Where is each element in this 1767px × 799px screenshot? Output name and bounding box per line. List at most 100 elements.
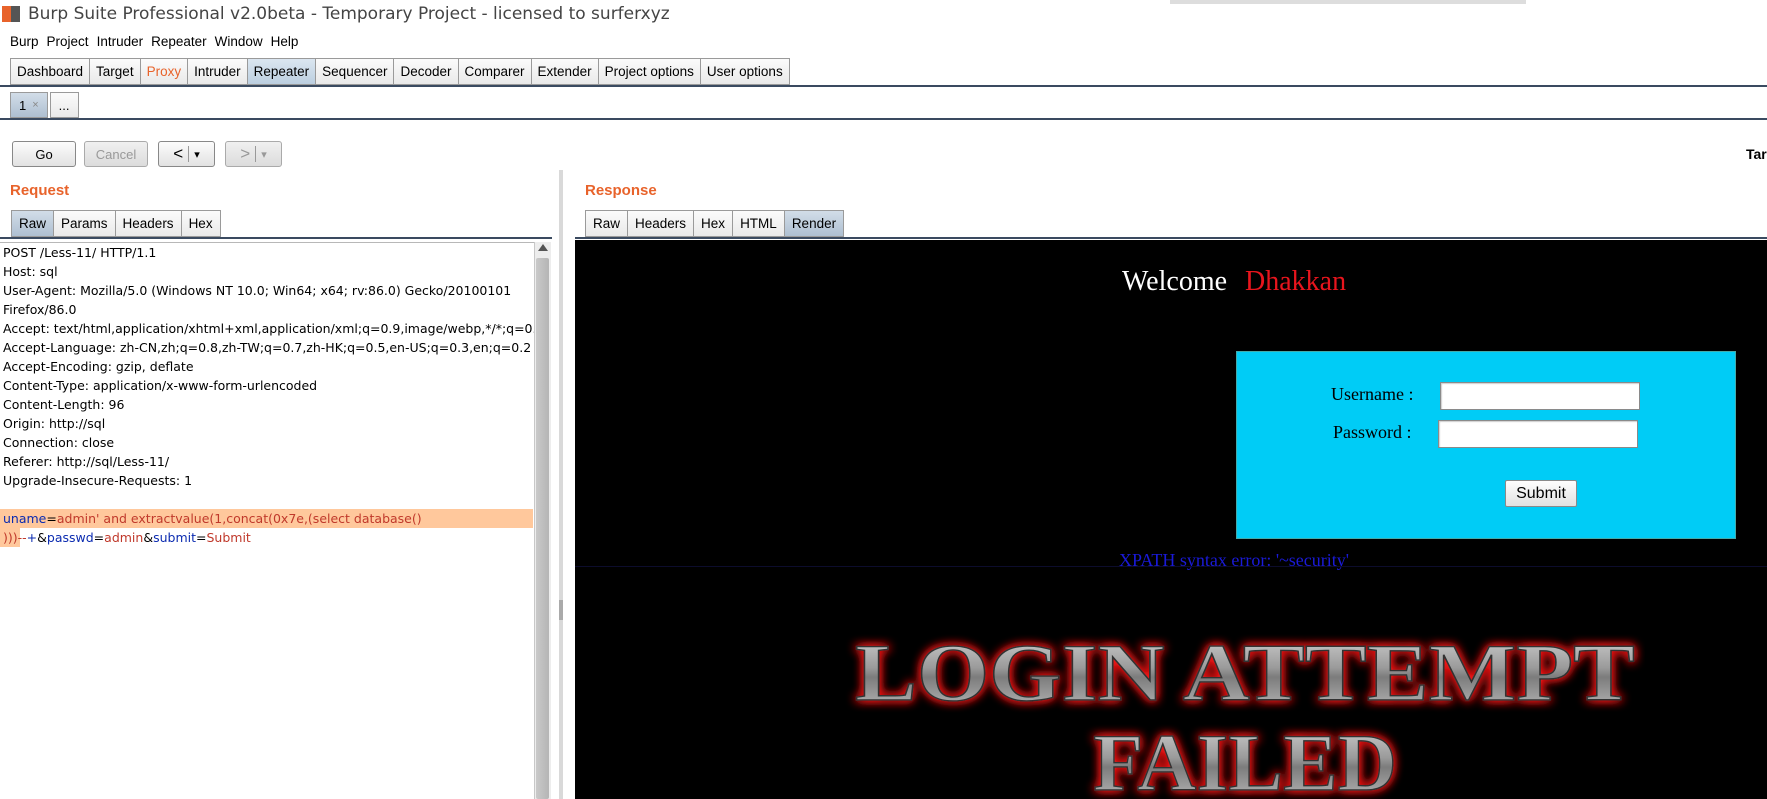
request-line: Connection: close — [3, 435, 115, 450]
tab-intruder[interactable]: Intruder — [187, 58, 247, 85]
response-tab-headers[interactable]: Headers — [627, 210, 694, 237]
forward-arrow-icon: > — [240, 144, 251, 163]
welcome-text: Welcome — [1122, 266, 1228, 297]
banner-line-1: LOGIN ATTEMPT — [855, 627, 1635, 718]
menu-project[interactable]: Project — [47, 34, 89, 49]
response-tab-html[interactable]: HTML — [732, 210, 784, 237]
menu-repeater[interactable]: Repeater — [151, 34, 207, 49]
target-label: Tar — [1746, 146, 1767, 162]
request-tab-params[interactable]: Params — [53, 210, 115, 237]
request-body-line: uname=admin' and extractvalue(1,concat(0… — [3, 509, 422, 528]
repeater-tab-bar: 1 × ... — [10, 92, 81, 118]
request-line: User-Agent: Mozilla/5.0 (Windows NT 10.0… — [3, 283, 512, 298]
response-tab-render[interactable]: Render — [783, 210, 845, 237]
tab-user-options[interactable]: User options — [699, 58, 790, 85]
main-tab-divider — [0, 85, 1767, 87]
request-line: Accept: text/html,application/xhtml+xml,… — [3, 321, 545, 336]
request-line: Host: sql — [3, 264, 58, 279]
param-equals: = — [93, 530, 105, 545]
response-tab-divider — [575, 237, 1767, 239]
tab-comparer[interactable]: Comparer — [457, 58, 531, 85]
cancel-button: Cancel — [84, 141, 148, 167]
tab-proxy[interactable]: Proxy — [139, 58, 188, 85]
request-tab-headers[interactable]: Headers — [114, 210, 181, 237]
login-form: Username : Password : Submit — [1236, 351, 1736, 539]
param-separator: & — [37, 530, 47, 545]
request-body-line: )))--+&passwd=admin&submit=Submit — [3, 528, 251, 547]
banner-line-2: FAILED — [1093, 717, 1397, 799]
request-line: Content-Length: 96 — [3, 397, 125, 412]
param-equals: = — [46, 511, 57, 526]
pane-splitter[interactable] — [559, 170, 563, 799]
tab-target[interactable]: Target — [89, 58, 140, 85]
login-failed-banner: LOGIN ATTEMPT FAILED — [854, 626, 1636, 799]
param-equals: = — [196, 530, 207, 545]
close-icon[interactable]: × — [32, 99, 38, 111]
back-button[interactable]: < ▾ — [158, 141, 215, 167]
welcome-heading: Welcome Dhakkan — [1122, 266, 1346, 298]
tab-sequencer[interactable]: Sequencer — [315, 58, 394, 85]
param-name-uname: uname — [3, 511, 47, 526]
title-bar-overlay — [1170, 0, 1526, 4]
param-value-uname: admin' and extractvalue(1,concat(0x7e,(s… — [56, 511, 422, 526]
request-line: POST /Less-11/ HTTP/1.1 — [3, 245, 157, 260]
request-line: Content-Type: application/x-www-form-url… — [3, 378, 318, 393]
request-tab-hex[interactable]: Hex — [180, 210, 221, 237]
scrollbar-thumb[interactable] — [536, 258, 549, 799]
request-line: Origin: http://sql — [3, 416, 106, 431]
menu-burp[interactable]: Burp — [10, 34, 39, 49]
param-name-passwd: passwd — [46, 530, 94, 545]
repeater-tab-1-label: 1 — [19, 97, 27, 113]
window-title: Burp Suite Professional v2.0beta - Tempo… — [28, 4, 670, 24]
param-separator: & — [143, 530, 154, 545]
menu-bar: Burp Project Intruder Repeater Window He… — [0, 30, 306, 52]
tab-decoder[interactable]: Decoder — [393, 58, 458, 85]
tab-project-options[interactable]: Project options — [597, 58, 700, 85]
request-tab-raw[interactable]: Raw — [11, 210, 54, 237]
password-label: Password : — [1333, 422, 1412, 442]
xpath-error-message: XPATH syntax error: '~security' — [1119, 550, 1350, 570]
username-label: Username : — [1331, 384, 1414, 404]
welcome-name: Dhakkan — [1245, 266, 1347, 297]
response-tab-raw[interactable]: Raw — [585, 210, 628, 237]
scroll-up-icon[interactable] — [538, 244, 548, 251]
request-line: Upgrade-Insecure-Requests: 1 — [3, 473, 193, 488]
main-tab-bar: Dashboard Target Proxy Intruder Repeater… — [10, 58, 790, 86]
burp-icon — [2, 4, 22, 24]
submit-button[interactable]: Submit — [1505, 480, 1577, 507]
param-value-passwd: admin — [104, 530, 144, 545]
param-value-submit: Submit — [206, 530, 251, 545]
repeater-tab-divider — [0, 118, 1767, 120]
menu-help[interactable]: Help — [271, 34, 299, 49]
tab-repeater[interactable]: Repeater — [246, 58, 316, 85]
go-button[interactable]: Go — [12, 141, 76, 167]
menu-window[interactable]: Window — [215, 34, 263, 49]
response-title: Response — [585, 182, 657, 199]
tab-dashboard[interactable]: Dashboard — [10, 58, 90, 85]
response-render-view: Welcome Dhakkan Username : Password : Sub… — [575, 240, 1767, 799]
param-value-uname-cont: )))-- — [3, 530, 27, 545]
render-divider — [575, 566, 1767, 567]
request-tab-divider — [0, 237, 552, 239]
request-line: Accept-Language: zh-CN,zh;q=0.8,zh-TW;q=… — [3, 340, 532, 355]
username-field[interactable] — [1440, 382, 1640, 410]
menu-intruder[interactable]: Intruder — [97, 34, 144, 49]
request-tab-bar: Raw Params Headers Hex — [11, 210, 221, 237]
request-line: Referer: http://sql/Less-11/ — [3, 454, 170, 469]
chevron-down-icon: ▾ — [261, 148, 267, 161]
request-line: Accept-Encoding: gzip, deflate — [3, 359, 194, 374]
response-tab-hex[interactable]: Hex — [693, 210, 733, 237]
tab-extender[interactable]: Extender — [530, 58, 598, 85]
request-scrollbar[interactable] — [534, 242, 551, 799]
splitter-grip[interactable] — [559, 600, 563, 620]
response-tab-bar: Raw Headers Hex HTML Render — [585, 210, 845, 237]
request-title: Request — [10, 182, 70, 199]
chevron-down-icon[interactable]: ▾ — [194, 148, 200, 161]
title-bar: Burp Suite Professional v2.0beta - Tempo… — [0, 0, 1767, 28]
back-arrow-icon: < — [173, 144, 184, 163]
request-editor[interactable]: POST /Less-11/ HTTP/1.1 Host: sql User-A… — [0, 242, 544, 799]
param-plus: + — [26, 530, 38, 545]
repeater-tab-1[interactable]: 1 × — [10, 92, 48, 118]
repeater-new-tab[interactable]: ... — [49, 92, 79, 118]
password-field[interactable] — [1438, 420, 1638, 448]
